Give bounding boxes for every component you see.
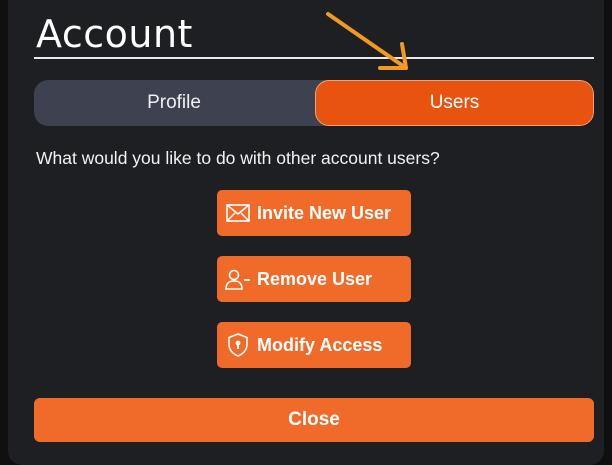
account-tabs: Profile Users: [34, 80, 594, 126]
shield-lock-icon: [225, 332, 251, 358]
dialog-title: Account: [36, 12, 193, 56]
invite-new-user-button[interactable]: Invite New User: [217, 190, 411, 236]
invite-new-user-label: Invite New User: [257, 202, 392, 223]
tab-users[interactable]: Users: [315, 80, 594, 126]
tab-profile[interactable]: Profile: [34, 80, 314, 126]
close-button[interactable]: Close: [34, 398, 594, 442]
users-question: What would you like to do with other acc…: [36, 148, 440, 168]
modify-access-label: Modify Access: [257, 334, 383, 355]
user-minus-icon: [225, 266, 251, 292]
envelope-icon: [225, 200, 251, 226]
remove-user-label: Remove User: [257, 268, 373, 289]
account-dialog: Account Profile Users What would you lik…: [8, 0, 604, 465]
modify-access-button[interactable]: Modify Access: [217, 322, 411, 368]
remove-user-button[interactable]: Remove User: [217, 256, 411, 302]
annotation-arrow-icon: [326, 12, 408, 70]
